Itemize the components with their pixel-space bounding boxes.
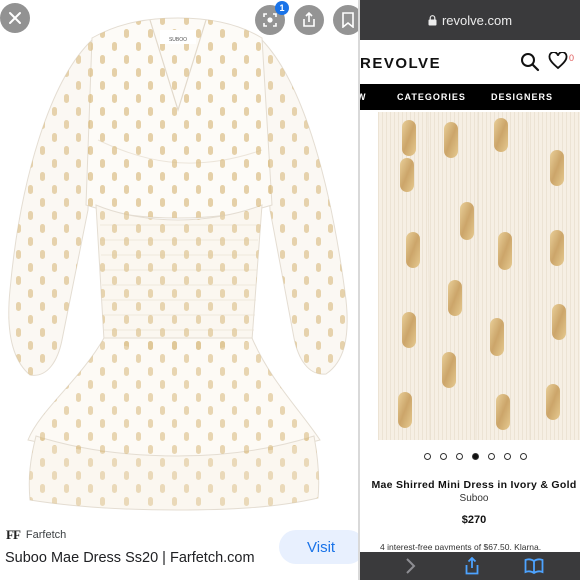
- nav-item-new[interactable]: W: [360, 92, 367, 102]
- category-nav: W CATEGORIES DESIGNERS: [360, 84, 580, 110]
- carousel-dot[interactable]: [471, 453, 479, 460]
- dress-illustration: SUBOO: [8, 17, 348, 511]
- product-price: $270: [461, 514, 487, 526]
- product-closeup-image[interactable]: [378, 112, 580, 440]
- carousel-dot[interactable]: [503, 453, 511, 460]
- notification-badge: 1: [275, 1, 289, 15]
- farfetch-logo: FF: [6, 527, 21, 542]
- revolve-browser-panel: revolve.com REVOLVE 0 W CATEGORIES DESIG…: [360, 0, 580, 580]
- url-text: revolve.com: [441, 12, 513, 28]
- url-bar[interactable]: revolve.com: [360, 0, 580, 40]
- nav-item-categories[interactable]: CATEGORIES: [397, 92, 466, 102]
- source-name: Farfetch: [25, 529, 67, 541]
- site-header: REVOLVE 0: [360, 40, 580, 84]
- visit-button[interactable]: Visit: [279, 530, 358, 564]
- lens-icon: [263, 13, 277, 27]
- search-icon[interactable]: [520, 52, 540, 72]
- installment-text: 4 interest-free payments of $67.50. Klar…: [380, 542, 542, 550]
- close-button[interactable]: [0, 3, 30, 33]
- source-row[interactable]: FF Farfetch: [6, 527, 66, 543]
- carousel-dot[interactable]: [439, 453, 447, 460]
- share-icon[interactable]: [464, 557, 480, 575]
- save-button[interactable]: [333, 5, 358, 35]
- carousel-dot[interactable]: [423, 453, 431, 460]
- product-image[interactable]: SUBOO: [0, 0, 358, 512]
- lock-icon: [428, 14, 437, 25]
- garment-label: SUBOO: [169, 37, 187, 43]
- carousel-indicator[interactable]: [360, 453, 580, 460]
- fabric-print-illustration: [378, 112, 580, 440]
- share-icon: [303, 12, 315, 27]
- carousel-dot[interactable]: [455, 453, 463, 460]
- heart-icon[interactable]: [548, 52, 568, 70]
- browser-toolbar: [360, 552, 580, 580]
- carousel-dot[interactable]: [519, 453, 527, 460]
- bookmark-icon: [342, 12, 354, 28]
- revolve-logo[interactable]: REVOLVE: [360, 55, 441, 72]
- product-brand[interactable]: Suboo: [360, 493, 580, 504]
- forward-icon[interactable]: [404, 557, 416, 575]
- carousel-dot[interactable]: [487, 453, 495, 460]
- result-title[interactable]: Suboo Mae Dress Ss20 | Farfetch.com: [5, 550, 255, 566]
- wishlist-count: 0: [569, 53, 575, 63]
- share-button[interactable]: [294, 5, 324, 35]
- close-icon: [9, 12, 21, 24]
- product-name: Mae Shirred Mini Dress in Ivory & Gold: [371, 479, 577, 491]
- bookmarks-icon[interactable]: [524, 557, 544, 575]
- google-lens-result-panel: SUBOO 1 FF Farfetch Suboo Mae Dress Ss20…: [0, 0, 358, 580]
- nav-item-designers[interactable]: DESIGNERS: [491, 92, 553, 102]
